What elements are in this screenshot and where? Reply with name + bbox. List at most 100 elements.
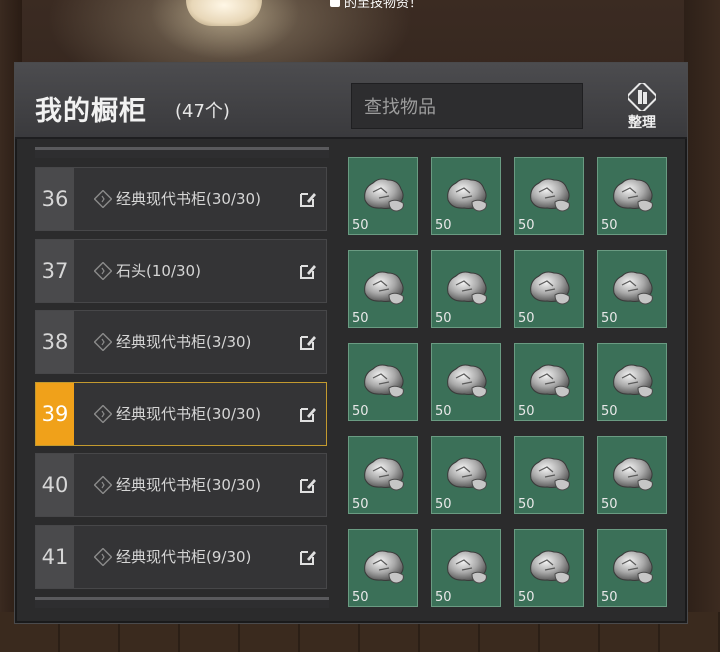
inventory-slot[interactable]: 50: [348, 250, 418, 328]
cabinet-number: 36: [36, 168, 74, 230]
search-input[interactable]: [352, 84, 596, 130]
item-quantity: 50: [601, 497, 618, 512]
inventory-slot[interactable]: 50: [348, 529, 418, 607]
item-quantity: 50: [352, 590, 369, 605]
inventory-slot[interactable]: 50: [348, 157, 418, 235]
cabinet-row[interactable]: 37 石头(10/30): [35, 238, 327, 303]
item-quantity: 50: [435, 497, 452, 512]
inventory-slot[interactable]: 50: [431, 343, 501, 421]
item-count: (47个): [175, 101, 230, 122]
inventory-slot[interactable]: 50: [431, 529, 501, 607]
page-title: 我的橱柜: [35, 96, 147, 127]
rock-icon: [530, 271, 570, 305]
rock-icon: [364, 271, 404, 305]
cabinet-number: 37: [36, 239, 74, 302]
speaker-icon: [330, 0, 340, 7]
rock-icon: [613, 178, 653, 212]
inventory-slot[interactable]: 50: [348, 436, 418, 514]
inventory-slot[interactable]: 50: [431, 250, 501, 328]
inventory-slot[interactable]: 50: [514, 157, 584, 235]
list-bottom-edge: [35, 597, 329, 608]
inventory-slot[interactable]: 50: [514, 529, 584, 607]
item-quantity: 50: [352, 218, 369, 233]
cabinet-list[interactable]: 36 经典现代书柜(30/30) 37 石头(10/30) 38 经典现代书柜(3/30)…: [35, 147, 329, 617]
cabinet-row[interactable]: 38 经典现代书柜(3/30): [35, 310, 327, 374]
rock-icon: [613, 364, 653, 398]
edit-icon[interactable]: [298, 332, 318, 352]
cabinet-type-icon: [94, 261, 112, 280]
edit-icon[interactable]: [298, 475, 318, 495]
rock-icon: [364, 457, 404, 491]
cabinet-number: 40: [36, 454, 74, 516]
edit-icon[interactable]: [298, 189, 318, 209]
panel-header: 我的橱柜 (47个) 整理: [15, 63, 687, 139]
rock-icon: [364, 178, 404, 212]
item-quantity: 50: [518, 590, 535, 605]
list-top-edge: [35, 147, 329, 158]
search-box[interactable]: [351, 83, 596, 130]
inventory-slot[interactable]: 50: [597, 436, 667, 514]
inventory-slot[interactable]: 50: [431, 157, 501, 235]
item-quantity: 50: [601, 590, 618, 605]
inventory-slot[interactable]: 50: [597, 529, 667, 607]
rock-icon: [447, 364, 487, 398]
cabinet-row[interactable]: 36 经典现代书柜(30/30): [35, 167, 327, 231]
background-wall-right: [684, 0, 720, 652]
item-quantity: 50: [435, 590, 452, 605]
cabinet-label: 经典现代书柜(30/30): [116, 476, 261, 494]
cabinet-type-icon: [94, 333, 112, 351]
edit-icon[interactable]: [298, 404, 318, 424]
item-quantity: 50: [601, 404, 618, 419]
edit-icon[interactable]: [298, 547, 318, 567]
item-quantity: 50: [352, 404, 369, 419]
top-notice-text: 的至技物资！: [344, 0, 423, 11]
inventory-slot[interactable]: 50: [431, 436, 501, 514]
item-quantity: 50: [518, 218, 535, 233]
rock-icon: [447, 271, 487, 305]
cabinet-label: 经典现代书柜(30/30): [116, 190, 261, 208]
edit-icon[interactable]: [298, 261, 318, 281]
inventory-slot[interactable]: 50: [514, 436, 584, 514]
rock-icon: [364, 364, 404, 398]
cabinet-type-icon: [94, 547, 112, 566]
rock-icon: [613, 271, 653, 305]
inventory-slot[interactable]: 50: [348, 343, 418, 421]
rock-icon: [530, 364, 570, 398]
inventory-slot[interactable]: 50: [597, 343, 667, 421]
item-quantity: 50: [435, 218, 452, 233]
rock-icon: [447, 178, 487, 212]
item-quantity: 50: [435, 311, 452, 326]
cabinet-type-icon: [94, 476, 112, 494]
rock-icon: [447, 550, 487, 584]
sort-button-label: 整理: [628, 115, 656, 131]
inventory-slot[interactable]: 50: [597, 157, 667, 235]
cabinet-number: 38: [36, 311, 74, 373]
cabinet-label: 经典现代书柜(3/30): [116, 333, 252, 351]
rock-icon: [613, 550, 653, 584]
rock-icon: [530, 457, 570, 491]
rock-icon: [530, 550, 570, 584]
item-quantity: 50: [352, 311, 369, 326]
inventory-slot[interactable]: 50: [597, 250, 667, 328]
cabinet-row[interactable]: 41 经典现代书柜(9/30): [35, 524, 327, 589]
sort-icon: [628, 83, 656, 111]
inventory-slot[interactable]: 50: [514, 250, 584, 328]
cabinet-number: 41: [36, 525, 74, 588]
cabinet-row[interactable]: 39 经典现代书柜(30/30): [35, 381, 327, 446]
rock-icon: [364, 550, 404, 584]
rock-icon: [447, 457, 487, 491]
cabinet-label: 经典现代书柜(30/30): [116, 404, 261, 423]
cabinet-row[interactable]: 40 经典现代书柜(30/30): [35, 453, 327, 517]
cabinet-label: 经典现代书柜(9/30): [116, 547, 252, 566]
cabinet-number: 39: [36, 382, 74, 445]
rock-icon: [613, 457, 653, 491]
inventory-slot[interactable]: 50: [514, 343, 584, 421]
top-notice: 的至技物资！: [330, 0, 422, 11]
cabinet-label: 石头(10/30): [116, 261, 201, 280]
item-grid: 50 50 50 50 50 50 50 50 50 50 50 50 50 50 50 50 50 50 50 50: [341, 147, 681, 617]
cabinet-type-icon: [94, 190, 112, 208]
cabinet-panel: 我的橱柜 (47个) 整理 36 经典现代书柜(30/30) 37 石头(10/30)…: [14, 62, 688, 624]
sort-button[interactable]: 整理: [617, 83, 667, 131]
item-quantity: 50: [518, 497, 535, 512]
item-quantity: 50: [435, 404, 452, 419]
